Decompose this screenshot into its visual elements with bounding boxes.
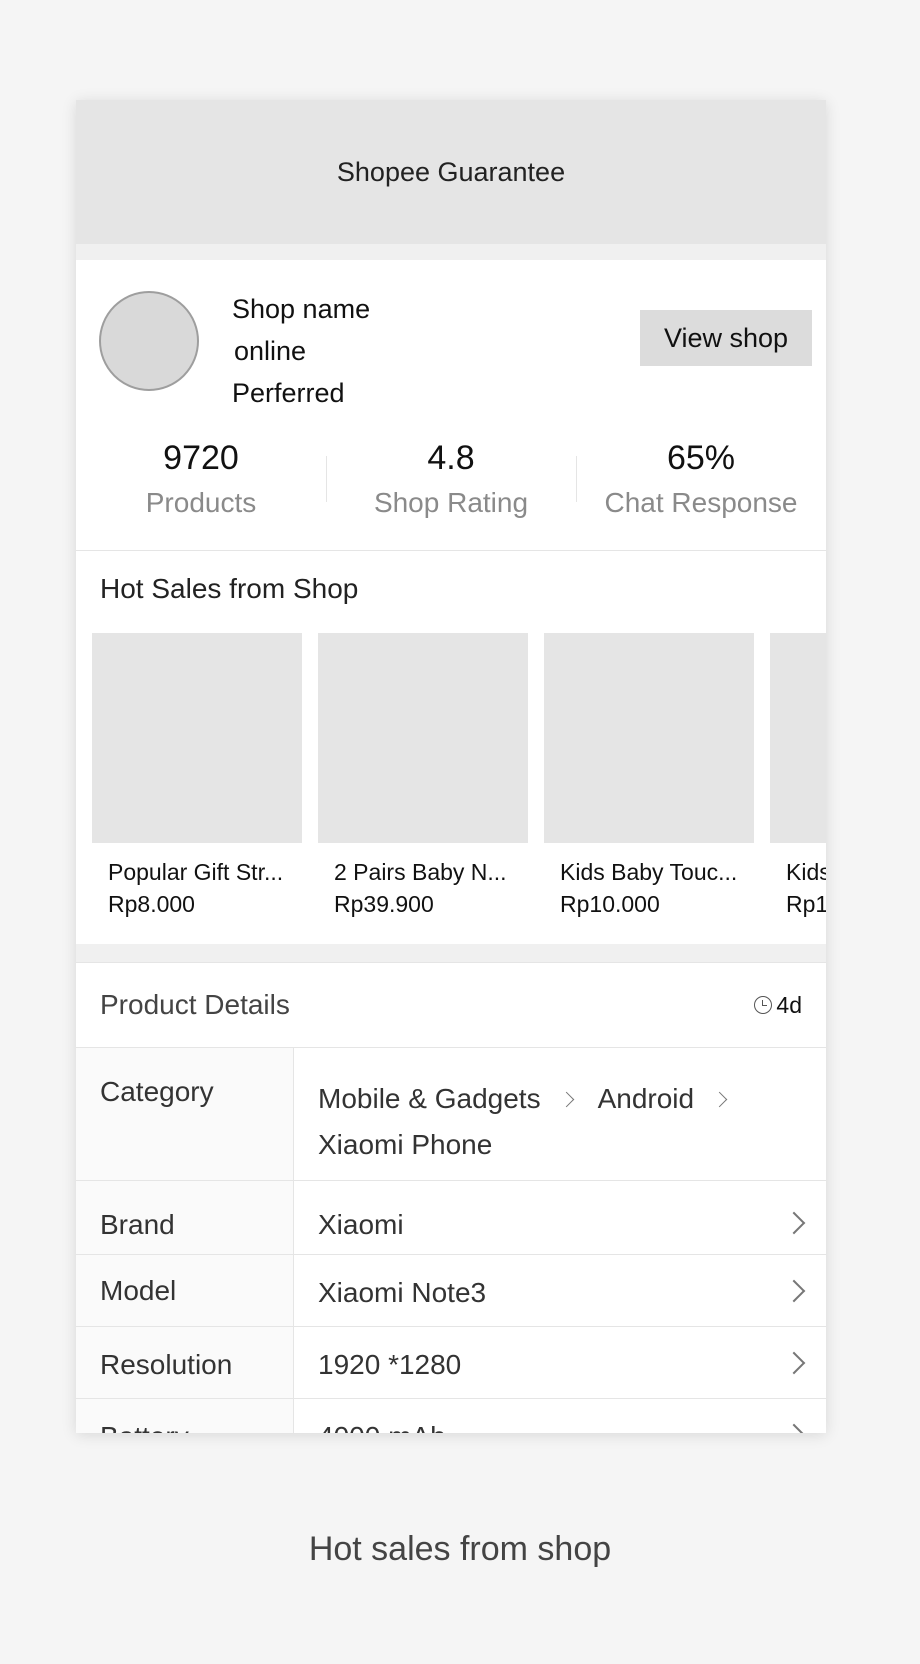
row-value: 4000 mAh bbox=[294, 1399, 826, 1433]
product-image[interactable] bbox=[318, 633, 528, 843]
product-name: 2 Pairs Baby N... bbox=[334, 859, 507, 885]
chevron-right-icon bbox=[782, 1423, 806, 1433]
details-header: Product Details 4d bbox=[76, 963, 826, 1048]
product-details-section: Product Details 4d Category Mobile & Gad… bbox=[76, 962, 826, 1433]
shop-card: Shop name online Perferred View shop 972… bbox=[76, 260, 826, 550]
shop-status: online bbox=[234, 336, 307, 366]
chevron-right-icon bbox=[711, 1091, 728, 1107]
category-breadcrumb: Mobile & Gadgets Android Xiaomi Phone bbox=[294, 1048, 826, 1180]
hot-sales-section: Hot Sales from Shop Popular Gift Str... … bbox=[76, 550, 826, 944]
row-label: Brand bbox=[76, 1181, 294, 1254]
top-bar: Shopee Guarantee bbox=[76, 100, 826, 244]
chevron-right-icon bbox=[782, 1279, 806, 1303]
shop-info: Shop name online Perferred bbox=[232, 288, 370, 414]
detail-row-brand[interactable]: Brand Xiaomi bbox=[76, 1181, 826, 1255]
category-link[interactable]: Xiaomi Phone bbox=[318, 1129, 492, 1160]
product-price: Rp39.900 bbox=[334, 891, 434, 917]
category-link[interactable]: Mobile & Gadgets bbox=[318, 1076, 541, 1122]
row-value: Xiaomi Note3 bbox=[294, 1255, 826, 1326]
caption: Hot sales from shop bbox=[308, 1530, 612, 1568]
stat-chat-response: 65% Chat Response bbox=[576, 436, 826, 526]
age-value: 4d bbox=[776, 991, 802, 1018]
chevron-right-icon bbox=[782, 1351, 806, 1375]
hot-sales-title: Hot Sales from Shop bbox=[100, 573, 359, 604]
product-image[interactable] bbox=[770, 633, 826, 843]
stat-label: Products bbox=[145, 487, 257, 518]
stat-label: Shop Rating bbox=[373, 487, 529, 518]
stat-shop-rating: 4.8 Shop Rating bbox=[326, 436, 576, 526]
product-card[interactable]: Popular Gift Str... Rp8.000 bbox=[92, 633, 302, 921]
stat-label: Chat Response bbox=[604, 487, 798, 518]
category-link[interactable]: Android bbox=[598, 1076, 695, 1122]
hot-sales-list[interactable]: Popular Gift Str... Rp8.000 2 Pairs Baby… bbox=[92, 633, 826, 921]
page-title: Shopee Guarantee bbox=[336, 156, 566, 187]
details-title: Product Details bbox=[100, 989, 290, 1020]
clock-icon bbox=[754, 996, 773, 1014]
product-card[interactable]: Kids Rp1 bbox=[770, 633, 826, 921]
row-label: Battery bbox=[76, 1399, 294, 1433]
detail-row-resolution[interactable]: Resolution 1920 *1280 bbox=[76, 1327, 826, 1399]
chevron-right-icon bbox=[558, 1091, 574, 1107]
product-card[interactable]: Kids Baby Touc... Rp10.000 bbox=[544, 633, 754, 921]
detail-row-model[interactable]: Model Xiaomi Note3 bbox=[76, 1255, 826, 1327]
product-image[interactable] bbox=[92, 633, 302, 843]
product-card[interactable]: 2 Pairs Baby N... Rp39.900 bbox=[318, 633, 528, 921]
battery-value: 4000 mAh bbox=[318, 1421, 446, 1433]
product-price: Rp1 bbox=[786, 891, 826, 917]
details-age: 4d bbox=[754, 992, 802, 1019]
row-label: Model bbox=[76, 1255, 294, 1326]
brand-value: Xiaomi bbox=[318, 1209, 404, 1240]
row-label: Resolution bbox=[76, 1327, 294, 1398]
row-value: Xiaomi bbox=[294, 1181, 826, 1254]
detail-row-battery[interactable]: Battery 4000 mAh bbox=[76, 1399, 826, 1433]
product-name: Popular Gift Str... bbox=[108, 859, 284, 885]
stat-value: 4.8 bbox=[427, 439, 475, 477]
product-price: Rp10.000 bbox=[560, 891, 660, 917]
stat-value: 65% bbox=[666, 439, 736, 477]
shop-name[interactable]: Shop name bbox=[232, 288, 370, 330]
product-price: Rp8.000 bbox=[108, 891, 195, 917]
view-shop-button[interactable]: View shop bbox=[640, 310, 812, 366]
phone-screen: Shopee Guarantee Shop name online Perfer… bbox=[76, 100, 826, 1433]
stat-value: 9720 bbox=[163, 439, 239, 477]
shop-avatar[interactable] bbox=[99, 291, 199, 391]
resolution-value: 1920 *1280 bbox=[318, 1349, 462, 1380]
shop-stats: 9720 Products 4.8 Shop Rating 65% Chat R… bbox=[76, 436, 826, 526]
row-value: 1920 *1280 bbox=[294, 1327, 826, 1398]
chevron-right-icon bbox=[782, 1211, 806, 1235]
stat-products: 9720 Products bbox=[76, 436, 326, 526]
product-image[interactable] bbox=[544, 633, 754, 843]
product-name: Kids Baby Touc... bbox=[560, 859, 738, 885]
shop-tier: Perferred bbox=[232, 378, 345, 408]
detail-row-category: Category Mobile & Gadgets Android Xiaomi … bbox=[76, 1048, 826, 1181]
row-label: Category bbox=[76, 1048, 294, 1180]
product-name: Kids bbox=[786, 859, 826, 885]
model-value: Xiaomi Note3 bbox=[318, 1277, 487, 1308]
